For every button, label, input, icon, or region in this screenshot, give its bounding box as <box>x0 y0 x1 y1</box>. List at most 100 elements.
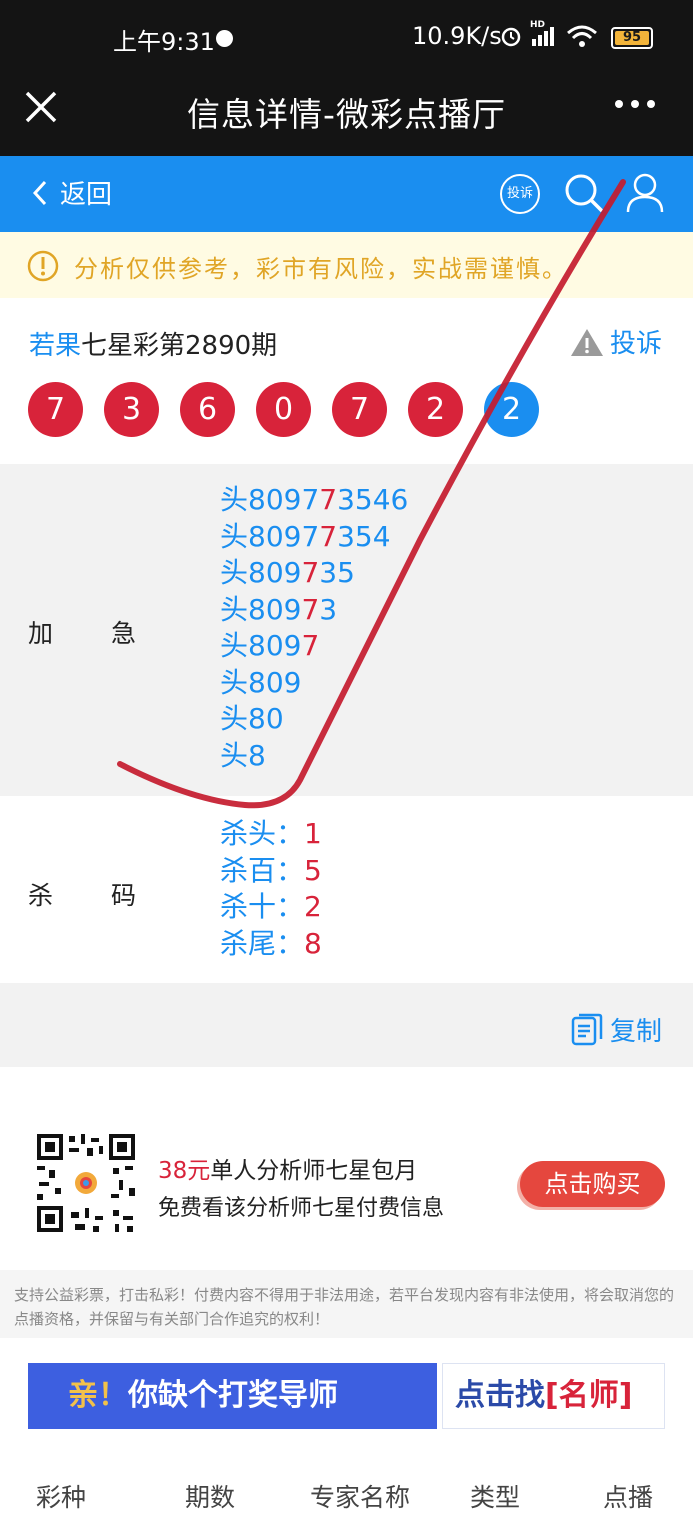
notice-text: 分析仅供参考，彩市有风险，实战需谨慎。 <box>74 255 568 283</box>
shama-section: 杀码 杀头：1 杀百：5 杀十：2 杀尾：8 <box>0 796 693 983</box>
jiaji-line: 头80973 <box>220 592 408 629</box>
banner-left: 亲！你缺个打奖导师 <box>28 1363 437 1429</box>
copy-icon <box>571 1013 603 1045</box>
title-bar: 信息详情-微彩点播厅 <box>0 76 693 156</box>
promo-title: 38元单人分析师七星包月 <box>158 1151 417 1185</box>
issue-label: 七星彩第2890期 <box>81 331 278 361</box>
shama-value: 8 <box>304 926 322 960</box>
draw-ball: 2 <box>484 382 539 437</box>
lottery-header: 若果七星彩第2890期 投诉 7360722 <box>0 298 693 464</box>
copy-row: 复制 <box>0 983 693 1067</box>
shama-label: 杀码 <box>28 881 195 910</box>
banner-right-text: 点击找 <box>455 1378 545 1413</box>
notice-bar: 分析仅供参考，彩市有风险，实战需谨慎。 <box>0 232 693 298</box>
page-title: 信息详情-微彩点播厅 <box>187 95 506 134</box>
jiaji-line: 头809773546 <box>220 482 408 519</box>
shama-line: 杀尾：8 <box>220 926 322 963</box>
shama-line: 杀十：2 <box>220 889 322 926</box>
jiaji-hit-digit: 7 <box>301 592 320 626</box>
banner-prefix: 亲！ <box>68 1378 128 1413</box>
jiaji-line-text: 头8097 <box>220 519 320 553</box>
table-header-cell: 期数 <box>185 1483 236 1512</box>
jiaji-line-text: 头809 <box>220 629 302 662</box>
report-circle-label: 投诉 <box>506 186 533 201</box>
author-name[interactable]: 若果 <box>29 331 81 361</box>
banner-left-text: 你缺个打奖导师 <box>128 1378 338 1413</box>
jiaji-line-text: 35 <box>319 556 355 589</box>
jiaji-line: 头8 <box>220 738 408 775</box>
buy-button[interactable]: 点击购买 <box>520 1161 665 1207</box>
shama-key: 杀百： <box>220 853 305 887</box>
lottery-title: 若果七星彩第2890期 <box>29 325 277 362</box>
network-speed: 10.9K/s <box>412 22 502 50</box>
report-button[interactable]: 投诉 <box>570 323 662 360</box>
draw-ball: 2 <box>408 382 463 437</box>
draw-ball: 6 <box>180 382 235 437</box>
jiaji-hit-digit: 7 <box>319 519 338 553</box>
table-header-cell: 专家名称 <box>310 1483 411 1512</box>
report-circle-button[interactable]: 投诉 <box>500 174 540 214</box>
chevron-left-icon <box>32 180 47 205</box>
jiaji-line-text: 354 <box>337 519 391 553</box>
promo-subtitle: 免费看该分析师七星付费信息 <box>158 1196 445 1221</box>
jiaji-line-text: 3546 <box>337 483 409 516</box>
banner-right-highlight: [名师] <box>545 1378 633 1413</box>
table-header-cell: 点播 <box>603 1483 654 1512</box>
info-icon <box>27 250 59 282</box>
shama-key: 杀头： <box>220 817 305 850</box>
jiaji-hit-digit: 7 <box>301 556 320 589</box>
qr-code-icon <box>35 1132 137 1234</box>
jiaji-line-text: 头8 <box>220 738 266 772</box>
draw-ball: 3 <box>104 382 159 437</box>
draw-ball: 7 <box>332 382 387 437</box>
jiaji-line-text: 头80 <box>220 702 284 735</box>
promo-title-text: 单人分析师七星包月 <box>210 1158 418 1184</box>
jiaji-section: 加急 头809773546 头80977354 头809735 头80973 头8097… <box>0 464 693 796</box>
back-label: 返回 <box>60 180 113 210</box>
warning-icon <box>571 328 603 356</box>
ad-banner[interactable]: 亲！你缺个打奖导师 点击找[名师] <box>28 1363 665 1429</box>
search-icon[interactable] <box>563 172 605 214</box>
shama-value: 1 <box>304 817 322 850</box>
status-bar: 上午9:31 10.9K/s HD 95 <box>0 0 693 76</box>
user-icon[interactable] <box>625 172 665 214</box>
jiaji-hit-digit: 7 <box>319 483 338 516</box>
jiaji-line-text: 头809 <box>220 592 302 626</box>
banner-right: 点击找[名师] <box>442 1363 665 1429</box>
table-header-cell: 彩种 <box>36 1483 87 1512</box>
jiaji-line: 头80 <box>220 701 408 738</box>
jiaji-lines: 头809773546 头80977354 头809735 头80973 头8097 头80… <box>220 482 408 774</box>
jiaji-label: 加急 <box>28 619 195 648</box>
disclaimer: 支持公益彩票，打击私彩！付费内容不得用于非法用途，若平台发现内容有非法使用，将会… <box>0 1270 693 1338</box>
jiaji-line-text: 头8097 <box>220 483 320 516</box>
shama-key: 杀尾： <box>220 926 305 960</box>
jiaji-line: 头809735 <box>220 555 408 592</box>
promo-price: 38元 <box>158 1158 211 1184</box>
copy-label: 复制 <box>610 1017 663 1047</box>
table-header-cell: 类型 <box>470 1483 521 1512</box>
wifi-icon <box>567 25 597 47</box>
status-icons: HD <box>500 20 598 48</box>
jiaji-line: 头809 <box>220 665 408 702</box>
jiaji-line: 头80977354 <box>220 519 408 556</box>
shama-line: 杀百：5 <box>220 853 322 890</box>
jiaji-line-text: 头809 <box>220 665 302 699</box>
promo-card: 38元单人分析师七星包月 免费看该分析师七星付费信息 点击购买 <box>0 1067 693 1270</box>
nav-bar: 返回 投诉 <box>0 156 693 232</box>
notification-dot-icon <box>216 30 233 47</box>
copy-button[interactable]: 复制 <box>570 1011 662 1048</box>
jiaji-line-text: 头809 <box>220 556 302 589</box>
shama-value: 2 <box>304 890 322 923</box>
jiaji-hit-digit: 7 <box>301 629 320 662</box>
more-icon[interactable] <box>614 98 656 110</box>
draw-ball: 7 <box>28 382 83 437</box>
shama-key: 杀十： <box>220 890 305 923</box>
jiaji-line-text: 3 <box>319 592 338 626</box>
draw-ball: 0 <box>256 382 311 437</box>
table-header: 彩种 期数 专家名称 类型 点播 <box>0 1470 693 1512</box>
alarm-icon <box>501 27 521 47</box>
report-label: 投诉 <box>610 329 663 359</box>
battery-level: 95 <box>622 30 642 45</box>
jiaji-line: 头8097 <box>220 628 408 665</box>
back-button[interactable]: 返回 <box>30 174 112 211</box>
